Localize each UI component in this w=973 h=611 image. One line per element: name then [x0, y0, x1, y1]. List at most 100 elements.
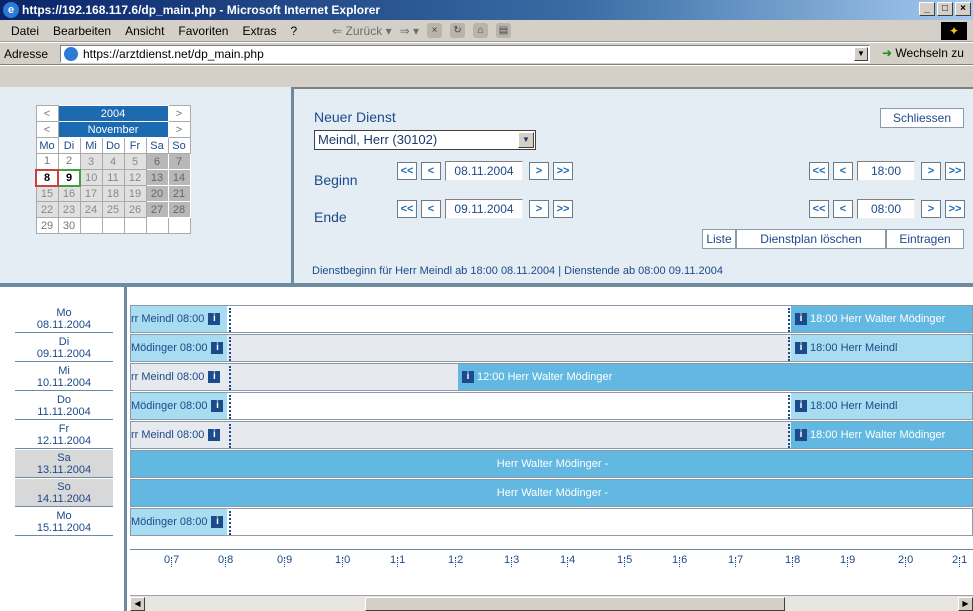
end-time-first-button[interactable]: <<: [809, 200, 829, 218]
calendar-day-selected-start[interactable]: 8: [35, 168, 59, 187]
calendar-day[interactable]: 30: [57, 217, 81, 234]
calendar-day[interactable]: 23: [57, 201, 81, 218]
back-button[interactable]: ⇐ Zurück ▾: [332, 24, 391, 38]
info-icon[interactable]: i: [208, 371, 221, 384]
calendar-day[interactable]: 25: [101, 201, 125, 218]
calendar-day[interactable]: 12: [123, 169, 147, 186]
calendar-day[interactable]: 29: [35, 217, 59, 234]
calendar-day[interactable]: 22: [35, 201, 59, 218]
day-label[interactable]: Mo 08.11.2004: [15, 305, 113, 333]
info-icon[interactable]: i: [208, 313, 221, 326]
calendar-day[interactable]: 10: [79, 169, 103, 186]
calendar-day[interactable]: 6: [145, 153, 169, 170]
calendar-day[interactable]: 21: [167, 185, 191, 202]
calendar-day[interactable]: 19: [123, 185, 147, 202]
info-icon[interactable]: i: [795, 400, 807, 413]
info-icon[interactable]: i: [462, 371, 474, 384]
calendar-day[interactable]: 5: [123, 153, 147, 170]
menu-help[interactable]: ?: [283, 24, 304, 38]
begin-date-first-button[interactable]: <<: [397, 162, 417, 180]
minimize-icon[interactable]: _: [919, 2, 935, 16]
home-icon[interactable]: ⌂: [473, 23, 489, 38]
calendar-day[interactable]: 24: [79, 201, 103, 218]
day-label[interactable]: Di 09.11.2004: [15, 334, 113, 362]
shift-bar[interactable]: i 18:00 Herr Meindl: [791, 393, 972, 419]
shift-bar[interactable]: Herr Walter Mödinger -: [131, 451, 972, 477]
calendar-day[interactable]: 18: [101, 185, 125, 202]
info-icon[interactable]: i: [208, 429, 221, 442]
shift-bar[interactable]: Mödinger 08:00 i: [131, 335, 227, 361]
menu-ansicht[interactable]: Ansicht: [118, 24, 171, 38]
shift-bar[interactable]: rr Meindl 08:00 i: [131, 306, 227, 332]
info-icon[interactable]: i: [795, 342, 807, 355]
shift-bar[interactable]: Herr Walter Mödinger -: [131, 480, 972, 506]
shift-bar[interactable]: Mödinger 08:00 i: [131, 509, 227, 535]
end-date-prev-button[interactable]: <: [421, 200, 441, 218]
next-year-button[interactable]: >: [167, 105, 191, 122]
day-label[interactable]: Mo 15.11.2004: [15, 508, 113, 536]
scroll-thumb[interactable]: [365, 597, 785, 611]
calendar-day[interactable]: 17: [79, 185, 103, 202]
scroll-right-icon[interactable]: ▶: [958, 597, 973, 611]
calendar-day[interactable]: 4: [101, 153, 125, 170]
begin-time-field[interactable]: 18:00: [857, 161, 915, 181]
end-date-next-button[interactable]: >: [529, 200, 549, 218]
calendar-day[interactable]: 20: [145, 185, 169, 202]
info-icon[interactable]: i: [211, 516, 224, 529]
calendar-day[interactable]: 2: [57, 153, 81, 170]
address-dropdown-icon[interactable]: ▼: [854, 47, 868, 61]
calendar-day[interactable]: 11: [101, 169, 125, 186]
begin-time-prev-button[interactable]: <: [833, 162, 853, 180]
calendar-day[interactable]: 3: [79, 153, 103, 170]
scroll-left-icon[interactable]: ◀: [130, 597, 145, 611]
address-input[interactable]: https://arztdienst.net/dp_main.php ▼: [60, 45, 870, 63]
stop-icon[interactable]: ×: [427, 23, 443, 38]
begin-date-prev-button[interactable]: <: [421, 162, 441, 180]
next-month-button[interactable]: >: [167, 121, 191, 138]
calendar-day[interactable]: 16: [57, 185, 81, 202]
day-label-weekend[interactable]: Sa 13.11.2004: [15, 450, 113, 478]
shift-bar[interactable]: i 12:00 Herr Walter Mödinger: [458, 364, 972, 390]
calendar-day[interactable]: 13: [145, 169, 169, 186]
forward-button[interactable]: ⇒ ▾: [400, 24, 419, 38]
horizontal-scrollbar[interactable]: ◀ ▶: [130, 595, 973, 611]
close-icon[interactable]: ×: [955, 2, 971, 16]
menu-favoriten[interactable]: Favoriten: [171, 24, 235, 38]
shift-bar[interactable]: i 18:00 Herr Walter Mödinger: [791, 306, 972, 332]
enter-button[interactable]: Eintragen: [886, 229, 964, 249]
info-icon[interactable]: i: [795, 313, 807, 326]
print-icon[interactable]: ▤: [496, 23, 512, 38]
calendar-day[interactable]: 27: [145, 201, 169, 218]
begin-time-first-button[interactable]: <<: [809, 162, 829, 180]
shift-bar[interactable]: i 18:00 Herr Meindl: [791, 335, 972, 361]
day-label[interactable]: Do 11.11.2004: [15, 392, 113, 420]
close-button[interactable]: Schliessen: [880, 108, 964, 128]
prev-month-button[interactable]: <: [35, 121, 59, 138]
calendar-day[interactable]: 7: [167, 153, 191, 170]
menu-bearbeiten[interactable]: Bearbeiten: [46, 24, 118, 38]
day-label-weekend[interactable]: So 14.11.2004: [15, 479, 113, 507]
info-icon[interactable]: i: [211, 342, 224, 355]
begin-date-next-button[interactable]: >: [529, 162, 549, 180]
begin-date-field[interactable]: 08.11.2004: [445, 161, 523, 181]
menu-extras[interactable]: Extras: [235, 24, 283, 38]
begin-time-next-button[interactable]: >: [921, 162, 941, 180]
calendar-day[interactable]: 26: [123, 201, 147, 218]
info-icon[interactable]: i: [795, 429, 807, 442]
end-time-field[interactable]: 08:00: [857, 199, 915, 219]
calendar-day[interactable]: 28: [167, 201, 191, 218]
end-date-last-button[interactable]: >>: [553, 200, 573, 218]
calendar-day[interactable]: 1: [35, 153, 59, 170]
list-button[interactable]: Liste: [702, 229, 736, 249]
prev-year-button[interactable]: <: [35, 105, 59, 122]
begin-time-last-button[interactable]: >>: [945, 162, 965, 180]
menu-datei[interactable]: Datei: [4, 24, 46, 38]
calendar-day[interactable]: 14: [167, 169, 191, 186]
end-date-first-button[interactable]: <<: [397, 200, 417, 218]
person-select[interactable]: Meindl, Herr (30102) ▼: [314, 130, 536, 150]
shift-bar[interactable]: rr Meindl 08:00 i: [131, 422, 227, 448]
info-icon[interactable]: i: [211, 400, 224, 413]
delete-schedule-button[interactable]: Dienstplan löschen: [736, 229, 886, 249]
end-date-field[interactable]: 09.11.2004: [445, 199, 523, 219]
refresh-icon[interactable]: ↻: [450, 23, 466, 38]
